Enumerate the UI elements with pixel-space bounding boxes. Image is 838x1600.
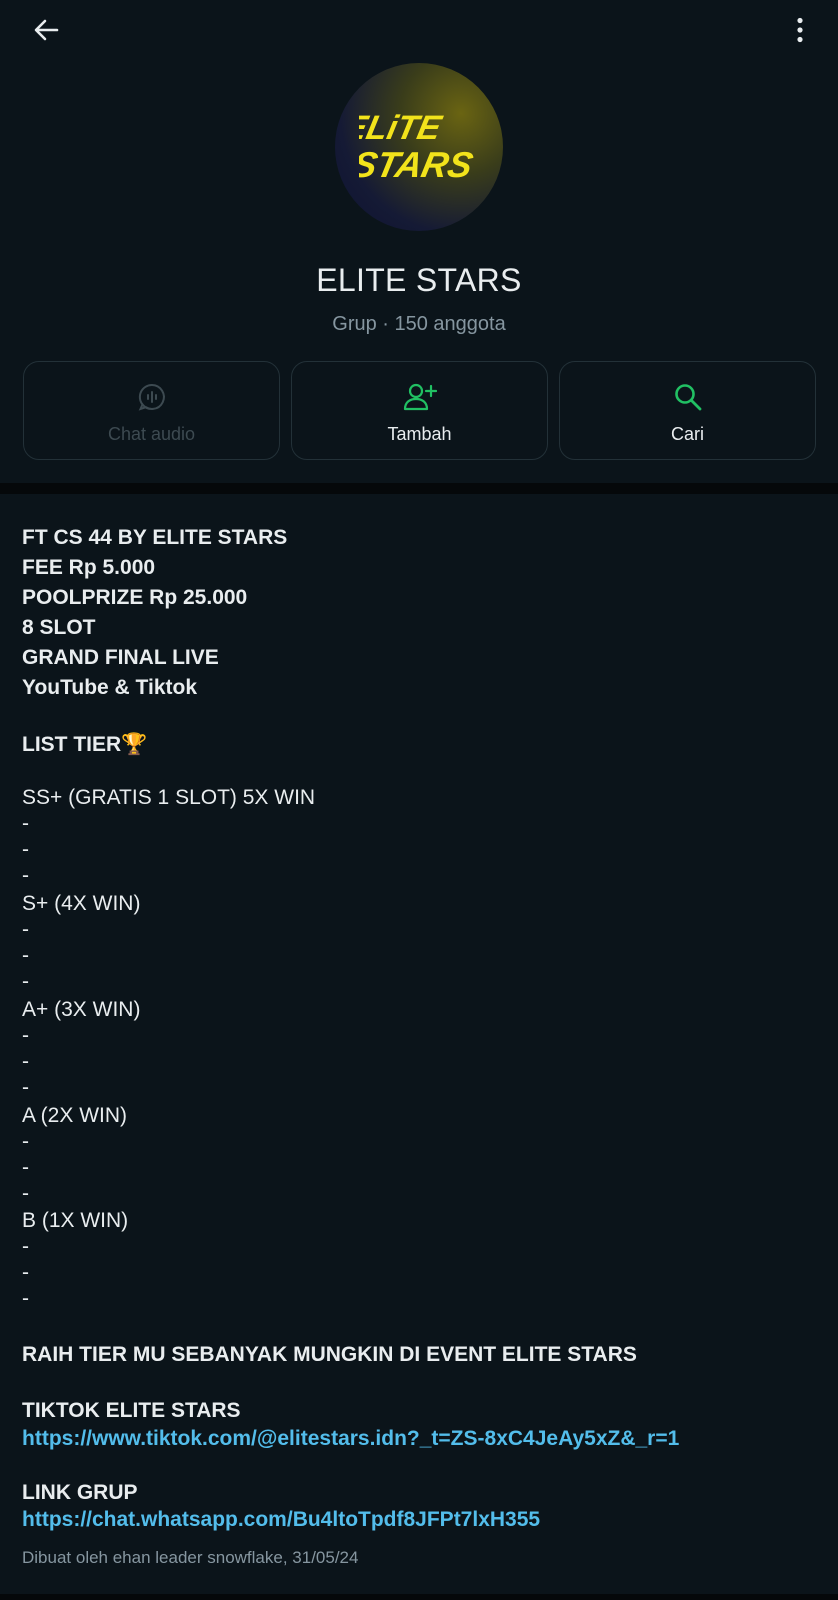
audio-chat-icon: [138, 383, 165, 411]
add-person-icon: [403, 383, 437, 411]
tier-slot-dash: -: [22, 1024, 29, 1047]
tier-s-plus: S+ (4X WIN): [22, 892, 141, 915]
tier-slot-dash: -: [22, 812, 29, 835]
more-vertical-icon: [797, 17, 803, 43]
elite-stars-logo: ELiTE STARS: [359, 109, 477, 185]
created-by-meta: Dibuat oleh ehan leader snowflake, 31/05…: [22, 1548, 359, 1567]
desc-fee: FEE Rp 5.000: [22, 556, 156, 579]
group-avatar[interactable]: ELiTE STARS: [335, 63, 503, 231]
tier-b: B (1X WIN): [22, 1209, 129, 1232]
tier-slot-dash: -: [22, 944, 29, 967]
desc-slot: 8 SLOT: [22, 616, 96, 639]
tier-a: A (2X WIN): [22, 1104, 128, 1127]
tier-slot-dash: -: [22, 864, 29, 887]
search-icon: [674, 384, 701, 411]
tier-slot-dash: -: [22, 1130, 29, 1153]
search-button[interactable]: Cari: [559, 361, 816, 460]
whatsapp-group-link[interactable]: https://chat.whatsapp.com/Bu4ltoTpdf8JFP…: [22, 1506, 540, 1534]
section-divider: [0, 483, 838, 494]
chat-audio-button[interactable]: Chat audio: [23, 361, 280, 460]
tier-slot-dash: -: [22, 1156, 29, 1179]
tier-slot-dash: -: [22, 1287, 29, 1310]
desc-group-link-heading: LINK GRUP: [22, 1481, 138, 1504]
group-info-header: ELiTE STARS ELITE STARS Grup · 150 anggo…: [0, 0, 838, 483]
desc-poolprize: POOLPRIZE Rp 25.000: [22, 586, 248, 609]
chat-audio-label: Chat audio: [107, 424, 196, 444]
more-options-button[interactable]: [782, 10, 818, 50]
add-member-button[interactable]: Tambah: [291, 361, 548, 460]
tier-slot-dash: -: [22, 970, 29, 993]
tiktok-link[interactable]: https://www.tiktok.com/@elitestars.idn?_…: [22, 1425, 679, 1453]
tier-slot-dash: -: [22, 1050, 29, 1073]
tier-slot-dash: -: [22, 1235, 29, 1258]
desc-title: FT CS 44 BY ELITE STARS: [22, 526, 288, 549]
group-name: ELITE STARS: [316, 262, 522, 298]
desc-list-tier: LIST TIER🏆: [22, 733, 148, 756]
tier-slot-dash: -: [22, 1261, 29, 1284]
tier-slot-dash: -: [22, 918, 29, 941]
group-description: FT CS 44 BY ELITE STARS FEE Rp 5.000 POO…: [0, 494, 838, 1594]
add-member-label: Tambah: [387, 424, 452, 444]
desc-grand-final: GRAND FINAL LIVE: [22, 646, 219, 669]
search-label: Cari: [670, 424, 704, 444]
back-button[interactable]: [26, 12, 66, 48]
tier-a-plus: A+ (3X WIN): [22, 998, 141, 1021]
arrow-left-icon: [34, 19, 59, 41]
tier-slot-dash: -: [22, 838, 29, 861]
tier-slot-dash: -: [22, 1076, 29, 1099]
tier-slot-dash: -: [22, 1182, 29, 1205]
desc-tiktok-heading: TIKTOK ELITE STARS: [22, 1399, 241, 1422]
svg-text:STARS: STARS: [359, 144, 477, 185]
svg-text:ELiTE: ELiTE: [359, 109, 446, 147]
top-bar: [0, 0, 838, 60]
tier-ss-plus: SS+ (GRATIS 1 SLOT) 5X WIN: [22, 786, 316, 809]
group-member-count: Grup · 150 anggota: [332, 313, 506, 335]
desc-call-to-action: RAIH TIER MU SEBANYAK MUNGKIN DI EVENT E…: [22, 1343, 637, 1366]
desc-platforms: YouTube & Tiktok: [22, 676, 198, 699]
